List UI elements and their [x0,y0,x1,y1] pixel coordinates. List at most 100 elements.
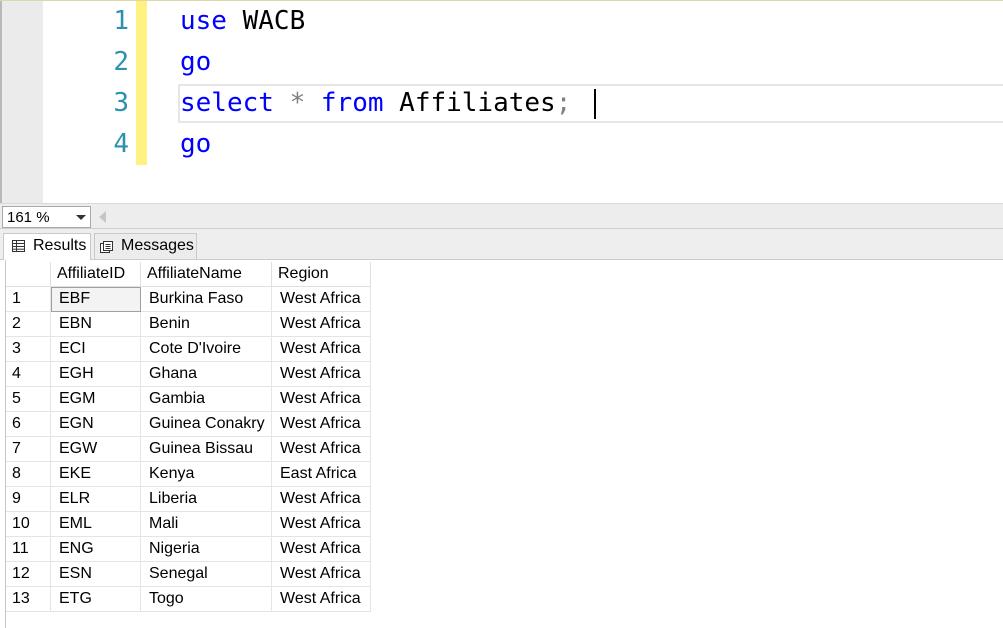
cell-affiliateid[interactable]: ECI [50,336,141,362]
cell-affiliatename[interactable]: Burkina Faso [140,286,272,312]
cell-region[interactable]: West Africa [271,436,371,462]
code-token-keyword: select [180,88,274,118]
row-number[interactable]: 11 [6,536,51,562]
row-number[interactable]: 1 [6,286,51,312]
cell-region[interactable]: West Africa [271,586,371,612]
cell-affiliateid[interactable]: ENG [50,536,141,562]
text-caret [594,89,596,119]
table-row[interactable]: 5 EGM Gambia West Africa [6,386,371,412]
cell-affiliatename[interactable]: Cote D'Ivoire [140,336,272,362]
cell-affiliateid[interactable]: EML [50,511,141,537]
row-number[interactable]: 8 [6,461,51,487]
cell-affiliatename[interactable]: Mali [140,511,272,537]
code-token-keyword: from [320,88,384,118]
column-header-rownum[interactable] [6,262,51,287]
row-number[interactable]: 13 [6,586,51,612]
row-number[interactable]: 2 [6,311,51,337]
row-number[interactable]: 5 [6,386,51,412]
cell-affiliateid[interactable]: ELR [50,486,141,512]
column-header-affiliatename[interactable]: AffiliateName [140,262,272,287]
table-row[interactable]: 10 EML Mali West Africa [6,511,371,537]
cell-affiliatename[interactable]: Senegal [140,561,272,587]
table-row[interactable]: 1 EBF Burkina Faso West Africa [6,286,371,312]
change-tracking-bar [136,1,147,165]
cell-region[interactable]: West Africa [271,561,371,587]
cell-affiliateid[interactable]: EGM [50,386,141,412]
results-grid[interactable]: AffiliateID AffiliateName Region 1 EBF Bur… [6,262,371,612]
messages-icon [100,241,113,253]
grid-header-row: AffiliateID AffiliateName Region [6,262,371,287]
cell-region[interactable]: West Africa [271,311,371,337]
cell-region[interactable]: West Africa [271,536,371,562]
column-header-region[interactable]: Region [271,262,371,287]
row-number[interactable]: 3 [6,336,51,362]
cell-region[interactable]: West Africa [271,411,371,437]
cell-region[interactable]: West Africa [271,361,371,387]
tab-messages[interactable]: Messages [94,233,197,259]
tab-results[interactable]: Results [3,233,91,260]
cell-affiliateid[interactable]: ESN [50,561,141,587]
cell-affiliateid[interactable]: ETG [50,586,141,612]
cell-affiliatename[interactable]: Liberia [140,486,272,512]
line-number-gutter: 1 2 3 4 [43,1,133,204]
code-token-plain: WACB [226,6,306,36]
table-row[interactable]: 6 EGN Guinea Conakry West Africa [6,411,371,437]
cell-affiliatename[interactable]: Guinea Bissau [140,436,272,462]
table-row[interactable]: 8 EKE Kenya East Africa [6,461,371,487]
row-number[interactable]: 4 [6,361,51,387]
table-row[interactable]: 3 ECI Cote D'Ivoire West Africa [6,336,371,362]
cell-region[interactable]: West Africa [271,336,371,362]
cell-region[interactable]: West Africa [271,386,371,412]
cell-affiliatename[interactable]: Kenya [140,461,272,487]
table-row[interactable]: 4 EGH Ghana West Africa [6,361,371,387]
code-token-keyword: go [180,129,212,159]
cell-affiliatename[interactable]: Nigeria [140,536,272,562]
cell-region[interactable]: East Africa [271,461,371,487]
code-line[interactable]: select * from Affiliates; [180,83,571,124]
tab-results-label: Results [33,237,87,254]
table-row[interactable]: 13 ETG Togo West Africa [6,586,371,612]
zoom-level: 161 % [7,209,50,226]
cell-affiliateid[interactable]: EGW [50,436,141,462]
cell-affiliateid[interactable]: EBN [50,311,141,337]
code-line[interactable]: go [180,42,211,83]
tab-messages-label: Messages [121,237,194,254]
cell-affiliateid[interactable]: EBF [50,286,141,312]
cell-affiliateid[interactable]: EGH [50,361,141,387]
row-number[interactable]: 10 [6,511,51,537]
row-number[interactable]: 12 [6,561,51,587]
table-row[interactable]: 7 EGW Guinea Bissau West Africa [6,436,371,462]
column-header-affiliateid[interactable]: AffiliateID [50,262,141,287]
table-row[interactable]: 12 ESN Senegal West Africa [6,561,371,587]
zoom-dropdown[interactable]: 161 % [2,206,91,228]
cell-region[interactable]: West Africa [271,511,371,537]
code-token-keyword: go [180,47,212,77]
cell-affiliatename[interactable]: Togo [140,586,272,612]
table-row[interactable]: 2 EBN Benin West Africa [6,311,371,337]
table-row[interactable]: 11 ENG Nigeria West Africa [6,536,371,562]
cell-affiliatename[interactable]: Ghana [140,361,272,387]
cell-region[interactable]: West Africa [271,486,371,512]
cell-affiliateid[interactable]: EKE [50,461,141,487]
line-number: 1 [113,6,129,36]
code-line[interactable]: go [180,124,211,165]
results-grid-area[interactable]: AffiliateID AffiliateName Region 1 EBF Bur… [0,260,1003,628]
cell-affiliatename[interactable]: Guinea Conakry [140,411,272,437]
code-token-plain: Affiliates [383,88,556,118]
row-number[interactable]: 9 [6,486,51,512]
row-number[interactable]: 6 [6,411,51,437]
cell-affiliateid[interactable]: EGN [50,411,141,437]
row-number[interactable]: 7 [6,436,51,462]
cell-region[interactable]: West Africa [271,286,371,312]
cell-affiliatename[interactable]: Gambia [140,386,272,412]
code-line[interactable]: use WACB [180,1,305,42]
query-editor[interactable]: 1 2 3 4 use WACB go select * from Affiliat… [0,0,1003,204]
grid-icon [12,240,25,252]
scroll-left-icon[interactable] [99,211,106,223]
line-number: 2 [113,47,129,77]
editor-status-bar: 161 % [0,203,1003,229]
cell-affiliatename[interactable]: Benin [140,311,272,337]
table-row[interactable]: 9 ELR Liberia West Africa [6,486,371,512]
